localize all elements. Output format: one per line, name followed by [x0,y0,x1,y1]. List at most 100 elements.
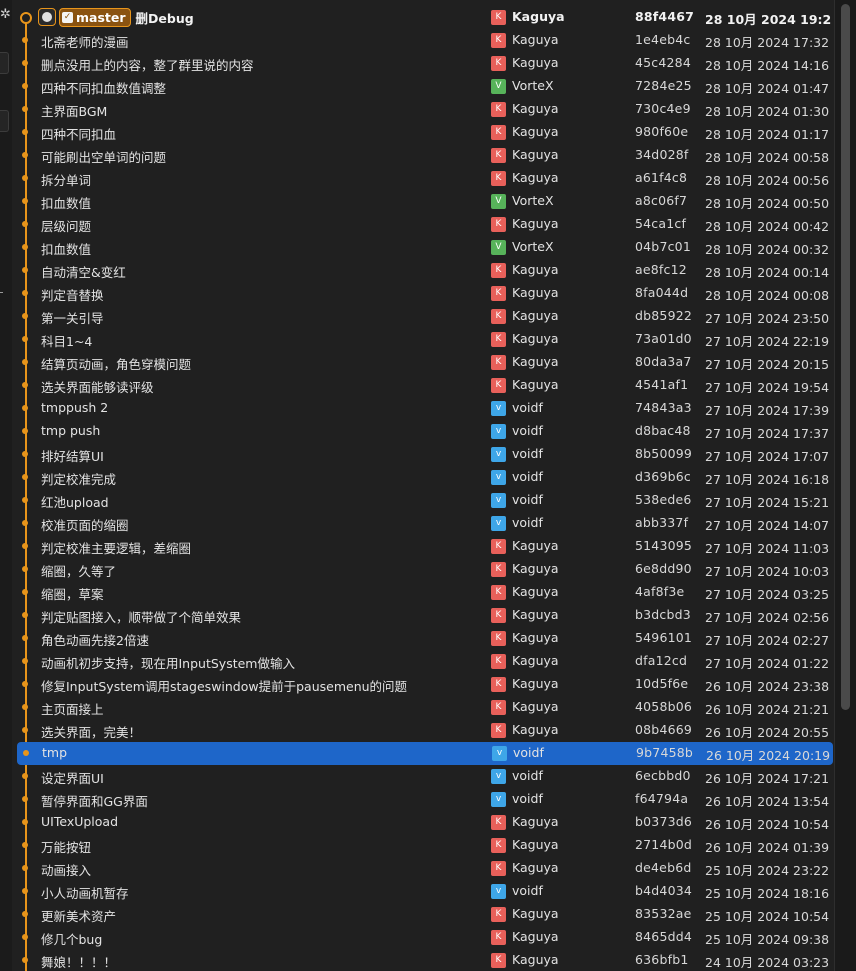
commit-message: 暂停界面和GG界面 [41,794,148,809]
commit-row[interactable]: 判定音替换 K Kaguya 8fa044d 28 10月 2024 00:08 [16,282,834,305]
scrollbar[interactable] [834,0,856,971]
commit-row[interactable]: 角色动画先接2倍速 K Kaguya 5496101 27 10月 2024 02:27 [16,627,834,650]
divider [0,292,3,293]
commit-date: 28 10月 2024 00:14 [705,265,830,280]
author-name: Kaguya [512,147,559,162]
commit-node [22,520,28,526]
commit-row[interactable]: 扣血数值 V VorteX a8c06f7 28 10月 2024 00:50 [16,190,834,213]
commit-message: 层级问题 [41,219,92,234]
commit-row[interactable]: 修几个bug K Kaguya 8465dd4 25 10月 2024 09:38 [16,926,834,949]
commit-row[interactable]: 修复InputSystem调用stageswindow提前于pausemenu的… [16,673,834,696]
commit-row[interactable]: 舞娘！！！！ K Kaguya 636bfb1 24 10月 2024 03:23 [16,949,834,971]
author-avatar: K [491,907,506,922]
commit-date: 27 10月 2024 17:39 [705,403,830,418]
github-icon[interactable] [38,8,56,26]
commit-row[interactable]: 拆分单词 K Kaguya a61f4c8 28 10月 2024 00:56 [16,167,834,190]
commit-row[interactable]: 万能按钮 K Kaguya 2714b0d 26 10月 2024 01:39 [16,834,834,857]
author-avatar: K [491,263,506,278]
commit-row[interactable]: 可能刷出空单词的问题 K Kaguya 34d028f 28 10月 2024 00:5… [16,144,834,167]
commit-row[interactable]: 科目1~4 K Kaguya 73a01d0 27 10月 2024 22:19 [16,328,834,351]
commit-hash: 8465dd4 [635,929,693,944]
commit-row[interactable]: 动画机初步支持，现在用InputSystem做输入 K Kaguya dfa12cd 2… [16,650,834,673]
commit-message: 判定贴图接入，顺带做了个简单效果 [41,610,242,625]
commit-row[interactable]: 结算页动画，角色穿模问题 K Kaguya 80da3a7 27 10月 2024 20… [16,351,834,374]
commit-hash: f64794a [635,791,689,806]
gear-icon[interactable]: ✲ [0,8,11,21]
commit-row[interactable]: tmppush 2 v voidf 74843a3 27 10月 2024 17:39 [16,397,834,420]
commit-node [23,750,29,756]
commit-row[interactable]: 层级问题 K Kaguya 54ca1cf 28 10月 2024 00:42 [16,213,834,236]
author-avatar: v [491,424,506,439]
author-name: Kaguya [512,216,559,231]
author-name: Kaguya [512,354,559,369]
commit-row[interactable]: 自动清空&变红 K Kaguya ae8fc12 28 10月 2024 00:14 [16,259,834,282]
commit-node [20,12,32,24]
author-name: voidf [512,423,543,438]
author-name: Kaguya [512,101,559,116]
commit-date: 26 10月 2024 20:55 [705,725,830,740]
commit-hash: 9b7458b [636,745,694,760]
commit-row[interactable]: 小人动画机暂存 v voidf b4d4034 25 10月 2024 18:16 [16,880,834,903]
commit-date: 25 10月 2024 09:38 [705,932,830,947]
collapsed-field-handle[interactable] [0,52,9,74]
commit-date: 28 10月 2024 00:32 [705,242,830,257]
commit-row[interactable]: ✓ master 删Debug K Kaguya 88f4467 28 10月 2024 1… [16,6,834,29]
commit-node [22,957,28,963]
commit-row[interactable]: 北斋老师的漫画 K Kaguya 1e4eb4c 28 10月 2024 17:32 [16,29,834,52]
commit-row[interactable]: 动画接入 K Kaguya de4eb6d 25 10月 2024 23:22 [16,857,834,880]
branch-badge[interactable]: ✓ master [59,7,131,27]
commit-row[interactable]: 第一关引导 K Kaguya db85922 27 10月 2024 23:50 [16,305,834,328]
commit-row[interactable]: 判定贴图接入，顺带做了个简单效果 K Kaguya b3dcbd3 27 10月 202… [16,604,834,627]
collapsed-field-handle[interactable] [0,110,9,132]
commit-message: 删点没用上的内容，整了群里说的内容 [41,58,254,73]
commit-node [22,819,28,825]
commit-message: 动画接入 [41,863,92,878]
commit-row[interactable]: 判定校准完成 v voidf d369b6c 27 10月 2024 16:18 [16,466,834,489]
commit-row[interactable]: 删点没用上的内容，整了群里说的内容 K Kaguya 45c4284 28 10月 20… [16,52,834,75]
author-name: Kaguya [512,630,559,645]
commit-node [22,888,28,894]
commit-hash: 04b7c01 [635,239,691,254]
commit-hash: 8fa044d [635,285,689,300]
commit-row[interactable]: 校准页面的缩圈 v voidf abb337f 27 10月 2024 14:07 [16,512,834,535]
commit-node [22,267,28,273]
commit-row[interactable]: 四种不同扣血 K Kaguya 980f60e 28 10月 2024 01:17 [16,121,834,144]
commit-row[interactable]: 四种不同扣血数值调整 V VorteX 7284e25 28 10月 2024 01:4… [16,75,834,98]
commit-row[interactable]: 主页面接上 K Kaguya 4058b06 26 10月 2024 21:21 [16,696,834,719]
scrollbar-thumb[interactable] [841,4,850,710]
author-avatar: K [491,585,506,600]
commit-node [22,244,28,250]
commit-node [22,451,28,457]
commit-row[interactable]: 缩圈，草案 K Kaguya 4af8f3e 27 10月 2024 03:25 [16,581,834,604]
commit-row[interactable]: 缩圈，久等了 K Kaguya 6e8dd90 27 10月 2024 10:03 [16,558,834,581]
commit-node [22,566,28,572]
commit-node [22,37,28,43]
author-name: VorteX [512,78,554,93]
commit-row[interactable]: tmp v voidf 9b7458b 26 10月 2024 20:19 [17,742,833,765]
commit-row[interactable]: 判定校准主要逻辑，差缩圈 K Kaguya 5143095 27 10月 2024 11… [16,535,834,558]
commit-hash: a8c06f7 [635,193,688,208]
commit-row[interactable]: 主界面BGM K Kaguya 730c4e9 28 10月 2024 01:30 [16,98,834,121]
commit-node [22,589,28,595]
commit-row[interactable]: 选关界面能够读评级 K Kaguya 4541af1 27 10月 2024 19:54 [16,374,834,397]
author-name: Kaguya [512,170,559,185]
commit-hash: ae8fc12 [635,262,687,277]
commit-row[interactable]: 红池upload v voidf 538ede6 27 10月 2024 15:21 [16,489,834,512]
commit-row[interactable]: 暂停界面和GG界面 v voidf f64794a 26 10月 2024 13:54 [16,788,834,811]
commit-row[interactable]: tmp push v voidf d8bac48 27 10月 2024 17:37 [16,420,834,443]
author-name: Kaguya [512,906,559,921]
commit-date: 26 10月 2024 01:39 [705,840,830,855]
commit-row[interactable]: 排好结算UI v voidf 8b50099 27 10月 2024 17:07 [16,443,834,466]
commit-message: 四种不同扣血 [41,127,117,142]
commit-message: 动画机初步支持，现在用InputSystem做输入 [41,656,295,671]
commit-date: 28 10月 2024 14:16 [705,58,830,73]
commit-row[interactable]: 选关界面，完美！ K Kaguya 08b4669 26 10月 2024 20:55 [16,719,834,742]
author-avatar: K [491,125,506,140]
commit-row[interactable]: UITexUpload K Kaguya b0373d6 26 10月 2024 10:… [16,811,834,834]
author-avatar: K [491,700,506,715]
commit-row[interactable]: 更新美术资产 K Kaguya 83532ae 25 10月 2024 10:54 [16,903,834,926]
commit-row[interactable]: 扣血数值 V VorteX 04b7c01 28 10月 2024 00:32 [16,236,834,259]
commit-message: 判定校准完成 [41,472,117,487]
author-name: Kaguya [512,538,559,553]
commit-row[interactable]: 设定界面UI v voidf 6ecbbd0 26 10月 2024 17:21 [16,765,834,788]
